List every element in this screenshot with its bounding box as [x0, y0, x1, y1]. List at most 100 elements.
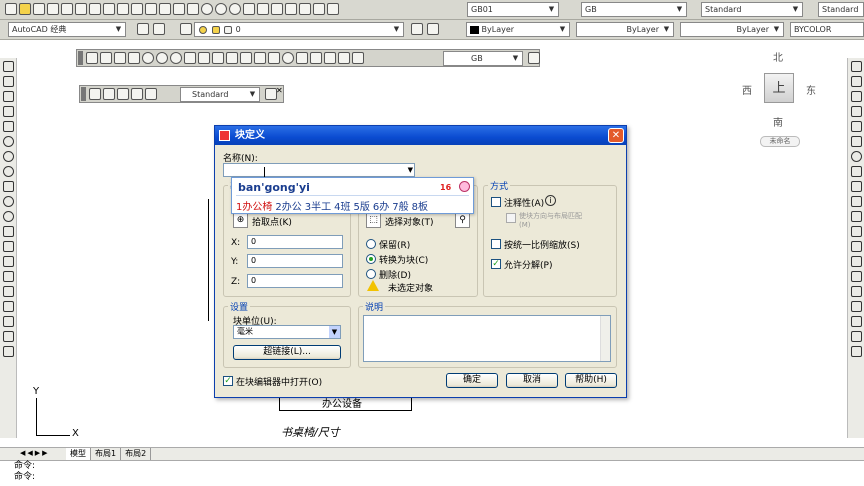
tool-palettes-icon[interactable] — [271, 3, 283, 15]
workspace-select[interactable]: AutoCAD 经典 ▼ — [8, 22, 126, 37]
explode-icon[interactable] — [850, 301, 862, 312]
workspace-settings-icon[interactable] — [137, 23, 149, 35]
quick-select-icon[interactable]: ⚲ — [455, 213, 470, 228]
region-icon[interactable] — [2, 301, 14, 312]
mlstyle-select[interactable]: Standard — [818, 2, 864, 17]
compass-south[interactable]: 南 — [773, 114, 783, 129]
copy-object-icon[interactable] — [850, 76, 862, 87]
block-editor-icon[interactable] — [145, 3, 157, 15]
dim-style-icon[interactable] — [528, 52, 540, 64]
ime-candidate[interactable]: 1办公椅 — [236, 202, 272, 213]
scale-uniformly-checkbox[interactable] — [491, 239, 501, 249]
toolbar-grip[interactable] — [81, 87, 86, 101]
jogged-icon[interactable] — [156, 52, 168, 64]
zoom-realtime-icon[interactable] — [201, 3, 213, 15]
mleader-style-select[interactable]: Standard ▼ — [180, 87, 260, 102]
remove-leader-icon[interactable] — [117, 88, 129, 100]
hyperlink-button[interactable]: 超链接(L)... — [233, 345, 341, 360]
dim-space-icon[interactable] — [240, 52, 252, 64]
dim-text-edit-icon[interactable] — [338, 52, 350, 64]
select-objects-icon[interactable]: ⬚ — [366, 213, 381, 228]
plotstyle-select[interactable]: BYCOLOR — [790, 22, 864, 37]
align-leader-icon[interactable] — [131, 88, 143, 100]
rectangle-icon[interactable] — [2, 121, 14, 132]
ime-candidate[interactable]: 6办 — [373, 202, 389, 213]
add-leader-icon[interactable] — [103, 88, 115, 100]
fillet-icon[interactable] — [850, 286, 862, 297]
color-select[interactable]: ByLayer ▼ — [466, 22, 570, 37]
open-in-block-editor-checkbox[interactable]: ✓ — [223, 376, 233, 386]
polygon-icon[interactable] — [2, 106, 14, 117]
ok-button[interactable]: 确定 — [446, 373, 498, 388]
linear-dim-icon[interactable] — [86, 52, 98, 64]
match-icon[interactable] — [131, 3, 143, 15]
circle-icon[interactable] — [2, 151, 14, 162]
aligned-dim-icon[interactable] — [100, 52, 112, 64]
ime-candidate[interactable]: 7般 — [392, 202, 408, 213]
retain-radio[interactable] — [366, 239, 376, 249]
dim-update-icon[interactable] — [352, 52, 364, 64]
dim-edit-icon[interactable] — [324, 52, 336, 64]
redo-icon[interactable] — [173, 3, 185, 15]
line-icon[interactable] — [2, 61, 14, 72]
zoom-window-icon[interactable] — [215, 3, 227, 15]
cut-icon[interactable] — [89, 3, 101, 15]
info-icon[interactable]: i — [545, 195, 556, 206]
offset-icon[interactable] — [850, 106, 862, 117]
ime-candidate[interactable]: 2办公 — [275, 202, 301, 213]
design-center-icon[interactable] — [257, 3, 269, 15]
publish-icon[interactable] — [75, 3, 87, 15]
tab-layout2[interactable]: 布局2 — [121, 448, 152, 460]
help-button[interactable]: 帮助(H) — [565, 373, 617, 388]
sheet-set-icon[interactable] — [285, 3, 297, 15]
tab-nav-arrows-icon[interactable]: ◀◀▶▶ — [20, 449, 50, 457]
cancel-button[interactable]: 取消 — [506, 373, 558, 388]
inspection-icon[interactable] — [296, 52, 308, 64]
multileader-icon[interactable] — [89, 88, 101, 100]
edit-polyline-icon[interactable] — [850, 346, 862, 357]
pick-point-label[interactable]: 拾取点(K) — [252, 215, 292, 228]
layer-previous-icon[interactable] — [427, 23, 439, 35]
block-unit-select[interactable]: 毫米 ▼ — [233, 325, 341, 339]
tab-model[interactable]: 模型 — [66, 448, 91, 460]
blend-icon[interactable] — [850, 316, 862, 327]
add-selected-icon[interactable] — [2, 346, 14, 357]
center-mark-icon[interactable] — [282, 52, 294, 64]
block-name-combobox[interactable]: ▼ — [223, 163, 415, 177]
close-button[interactable]: ✕ — [608, 128, 624, 143]
calculator-icon[interactable] — [313, 3, 325, 15]
stretch-icon[interactable] — [850, 181, 862, 192]
polyline-icon[interactable] — [2, 91, 14, 102]
save-icon[interactable] — [33, 3, 45, 15]
copy-icon[interactable] — [103, 3, 115, 15]
trim-icon[interactable] — [850, 196, 862, 207]
allow-exploding-checkbox[interactable]: ✓ — [491, 259, 501, 269]
rotate-icon[interactable] — [850, 151, 862, 162]
edit-hatch-icon[interactable] — [850, 331, 862, 342]
pick-point-icon[interactable]: ⊕ — [233, 213, 248, 228]
markup-icon[interactable] — [299, 3, 311, 15]
break-at-point-icon[interactable] — [850, 226, 862, 237]
linetype-select[interactable]: ByLayer ▼ — [576, 22, 674, 37]
new-icon[interactable] — [5, 3, 17, 15]
preview-icon[interactable] — [61, 3, 73, 15]
multiline-text-icon[interactable] — [2, 331, 14, 342]
layer-select[interactable]: 0 ▼ — [194, 22, 404, 37]
tolerance-icon[interactable] — [268, 52, 280, 64]
x-coordinate-input[interactable]: 0 — [247, 235, 343, 249]
wcs-menu[interactable]: 未命名 — [760, 136, 800, 147]
dim-break-icon[interactable] — [254, 52, 266, 64]
tab-layout1[interactable]: 布局1 — [91, 448, 122, 460]
compass-north[interactable]: 北 — [773, 49, 783, 64]
ime-candidate[interactable]: 8板 — [412, 202, 428, 213]
construction-line-icon[interactable] — [2, 76, 14, 87]
ime-candidate[interactable]: 3半工 — [305, 202, 331, 213]
z-coordinate-input[interactable]: 0 — [247, 274, 343, 288]
pan-icon[interactable] — [187, 3, 199, 15]
gradient-icon[interactable] — [2, 286, 14, 297]
y-coordinate-input[interactable]: 0 — [247, 254, 343, 268]
spline-icon[interactable] — [2, 181, 14, 192]
ellipse-arc-icon[interactable] — [2, 211, 14, 222]
dim-style-select[interactable]: GB ▼ — [443, 51, 523, 66]
print-icon[interactable] — [47, 3, 59, 15]
